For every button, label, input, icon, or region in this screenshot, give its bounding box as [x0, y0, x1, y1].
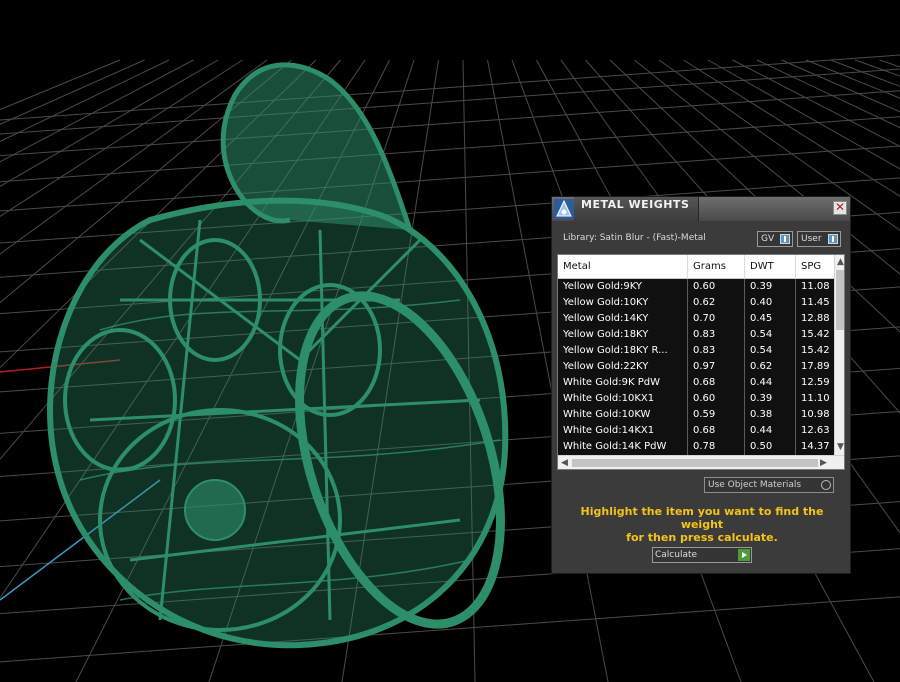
cell-spg: 11.45	[801, 297, 830, 308]
table-row[interactable]: Yellow Gold:18KY R... 0.83 0.54 15.42	[558, 343, 834, 359]
table-row[interactable]: White Gold:10KX1 0.60 0.39 11.10	[558, 391, 834, 407]
close-icon: ✕	[834, 200, 846, 214]
calculate-label: Calculate	[655, 550, 698, 560]
gv-toggle-label: GV	[761, 234, 775, 244]
use-object-materials-label: Use Object Materials	[708, 480, 802, 490]
metal-weights-panel: METAL WEIGHTS ✕ Library: Satin Blur - (F…	[551, 196, 851, 574]
cell-grams: 0.83	[688, 343, 745, 359]
cell-metal: Yellow Gold:18KY R...	[558, 343, 688, 359]
use-object-materials-option[interactable]: Use Object Materials	[704, 477, 834, 493]
gv-toggle[interactable]: GV	[757, 231, 793, 247]
panel-title: METAL WEIGHTS	[581, 198, 690, 211]
scroll-up-icon[interactable]: ▲	[837, 257, 844, 267]
calculate-button[interactable]: Calculate	[652, 547, 752, 563]
cell-grams: 0.97	[688, 359, 745, 375]
cell-metal: Yellow Gold:10KY	[558, 295, 688, 311]
cell-dwt: 0.62	[745, 359, 796, 375]
table-header: Metal Grams DWT SPG	[558, 255, 834, 279]
cell-grams: 0.83	[688, 327, 745, 343]
cell-dwt: 0.54	[745, 343, 796, 359]
cell-grams: 0.78	[688, 439, 745, 455]
horizontal-scroll-thumb[interactable]	[572, 459, 818, 467]
column-header-metal[interactable]: Metal	[558, 255, 688, 278]
table-row[interactable]: White Gold:9K PdW 0.68 0.44 12.59	[558, 375, 834, 391]
panel-titlebar[interactable]: METAL WEIGHTS ✕	[552, 197, 850, 221]
cell-metal: White Gold:14KX1	[558, 423, 688, 439]
instruction-line-1: Highlight the item you want to find the …	[580, 505, 824, 531]
cell-dwt: 0.39	[745, 391, 796, 407]
cell-metal: Yellow Gold:14KY	[558, 311, 688, 327]
inner-bead	[184, 479, 246, 541]
cell-dwt: 0.39	[745, 279, 796, 295]
table-row[interactable]: Yellow Gold:10KY 0.62 0.40 11.45	[558, 295, 834, 311]
close-button[interactable]: ✕	[833, 201, 847, 215]
grid-line	[0, 116, 900, 183]
cell-grams: 0.62	[688, 295, 745, 311]
cell-spg: 11.10	[801, 393, 830, 404]
cell-spg: 12.59	[801, 377, 830, 388]
cell-spg: 12.88	[801, 313, 830, 324]
instruction-text: Highlight the item you want to find the …	[564, 505, 840, 544]
cell-spg: 17.89	[801, 361, 830, 372]
column-header-spg[interactable]: SPG	[796, 255, 836, 278]
scroll-left-icon[interactable]: ◀	[561, 458, 568, 468]
grid-line	[0, 68, 900, 135]
column-header-grams[interactable]: Grams	[688, 255, 745, 278]
table-row[interactable]: Yellow Gold:18KY 0.83 0.54 15.42	[558, 327, 834, 343]
cell-dwt: 0.54	[745, 327, 796, 343]
table-row[interactable]: White Gold:14K PdW 0.78 0.50 14.37	[558, 439, 834, 455]
app-logo-icon	[554, 199, 574, 219]
cell-spg: 15.42	[801, 345, 830, 356]
cell-metal: Yellow Gold:22KY	[558, 359, 688, 375]
cell-dwt: 0.50	[745, 439, 796, 455]
user-toggle[interactable]: User	[797, 231, 841, 247]
column-header-dwt[interactable]: DWT	[745, 255, 796, 278]
table-row[interactable]: Yellow Gold:22KY 0.97 0.62 17.89	[558, 359, 834, 375]
cell-grams: 0.68	[688, 423, 745, 439]
radio-icon[interactable]	[821, 480, 831, 490]
cell-metal: White Gold:10KX1	[558, 391, 688, 407]
cell-spg: 14.37	[801, 441, 830, 452]
cell-metal: White Gold:14K PdW	[558, 439, 688, 455]
scroll-right-icon[interactable]: ▶	[820, 458, 827, 468]
grid-line	[879, 59, 900, 68]
cell-dwt: 0.45	[745, 311, 796, 327]
cell-metal: White Gold:10KW	[558, 407, 688, 423]
table-row[interactable]: White Gold:10KW 0.59 0.38 10.98	[558, 407, 834, 423]
instruction-line-2: for then press calculate.	[626, 531, 778, 544]
toggle-switch-icon	[828, 234, 838, 244]
cell-spg: 11.08	[801, 281, 830, 292]
table-row[interactable]: Yellow Gold:9KY 0.60 0.39 11.08	[558, 279, 834, 295]
vertical-scrollbar[interactable]: ▲ ▼	[834, 255, 844, 455]
cell-grams: 0.60	[688, 279, 745, 295]
table-row[interactable]: Yellow Gold:14KY 0.70 0.45 12.88	[558, 311, 834, 327]
play-icon	[738, 549, 750, 561]
cell-grams: 0.60	[688, 391, 745, 407]
cell-metal: Yellow Gold:18KY	[558, 327, 688, 343]
cell-dwt: 0.38	[745, 407, 796, 423]
library-label: Library: Satin Blur - (Fast)-Metal	[563, 233, 706, 243]
cell-grams: 0.70	[688, 311, 745, 327]
cell-spg: 10.98	[801, 409, 830, 420]
cell-dwt: 0.40	[745, 295, 796, 311]
grid-line	[0, 90, 900, 157]
cell-dwt: 0.44	[745, 375, 796, 391]
cell-spg: 15.42	[801, 329, 830, 340]
user-toggle-label: User	[801, 234, 822, 244]
cell-spg: 12.63	[801, 425, 830, 436]
cell-grams: 0.59	[688, 407, 745, 423]
grid-line	[0, 596, 900, 663]
vertical-scroll-thumb[interactable]	[836, 270, 844, 330]
scroll-down-icon[interactable]: ▼	[837, 442, 844, 452]
toggle-switch-icon	[780, 234, 790, 244]
cell-dwt: 0.44	[745, 423, 796, 439]
metal-table[interactable]: Metal Grams DWT SPG Yellow Gold:9KY 0.60 0…	[557, 254, 845, 470]
horizontal-scrollbar[interactable]: ◀ ▶	[558, 455, 844, 469]
cell-grams: 0.68	[688, 375, 745, 391]
table-row[interactable]: White Gold:14KX1 0.68 0.44 12.63	[558, 423, 834, 439]
cell-metal: White Gold:9K PdW	[558, 375, 688, 391]
cell-metal: Yellow Gold:9KY	[558, 279, 688, 295]
